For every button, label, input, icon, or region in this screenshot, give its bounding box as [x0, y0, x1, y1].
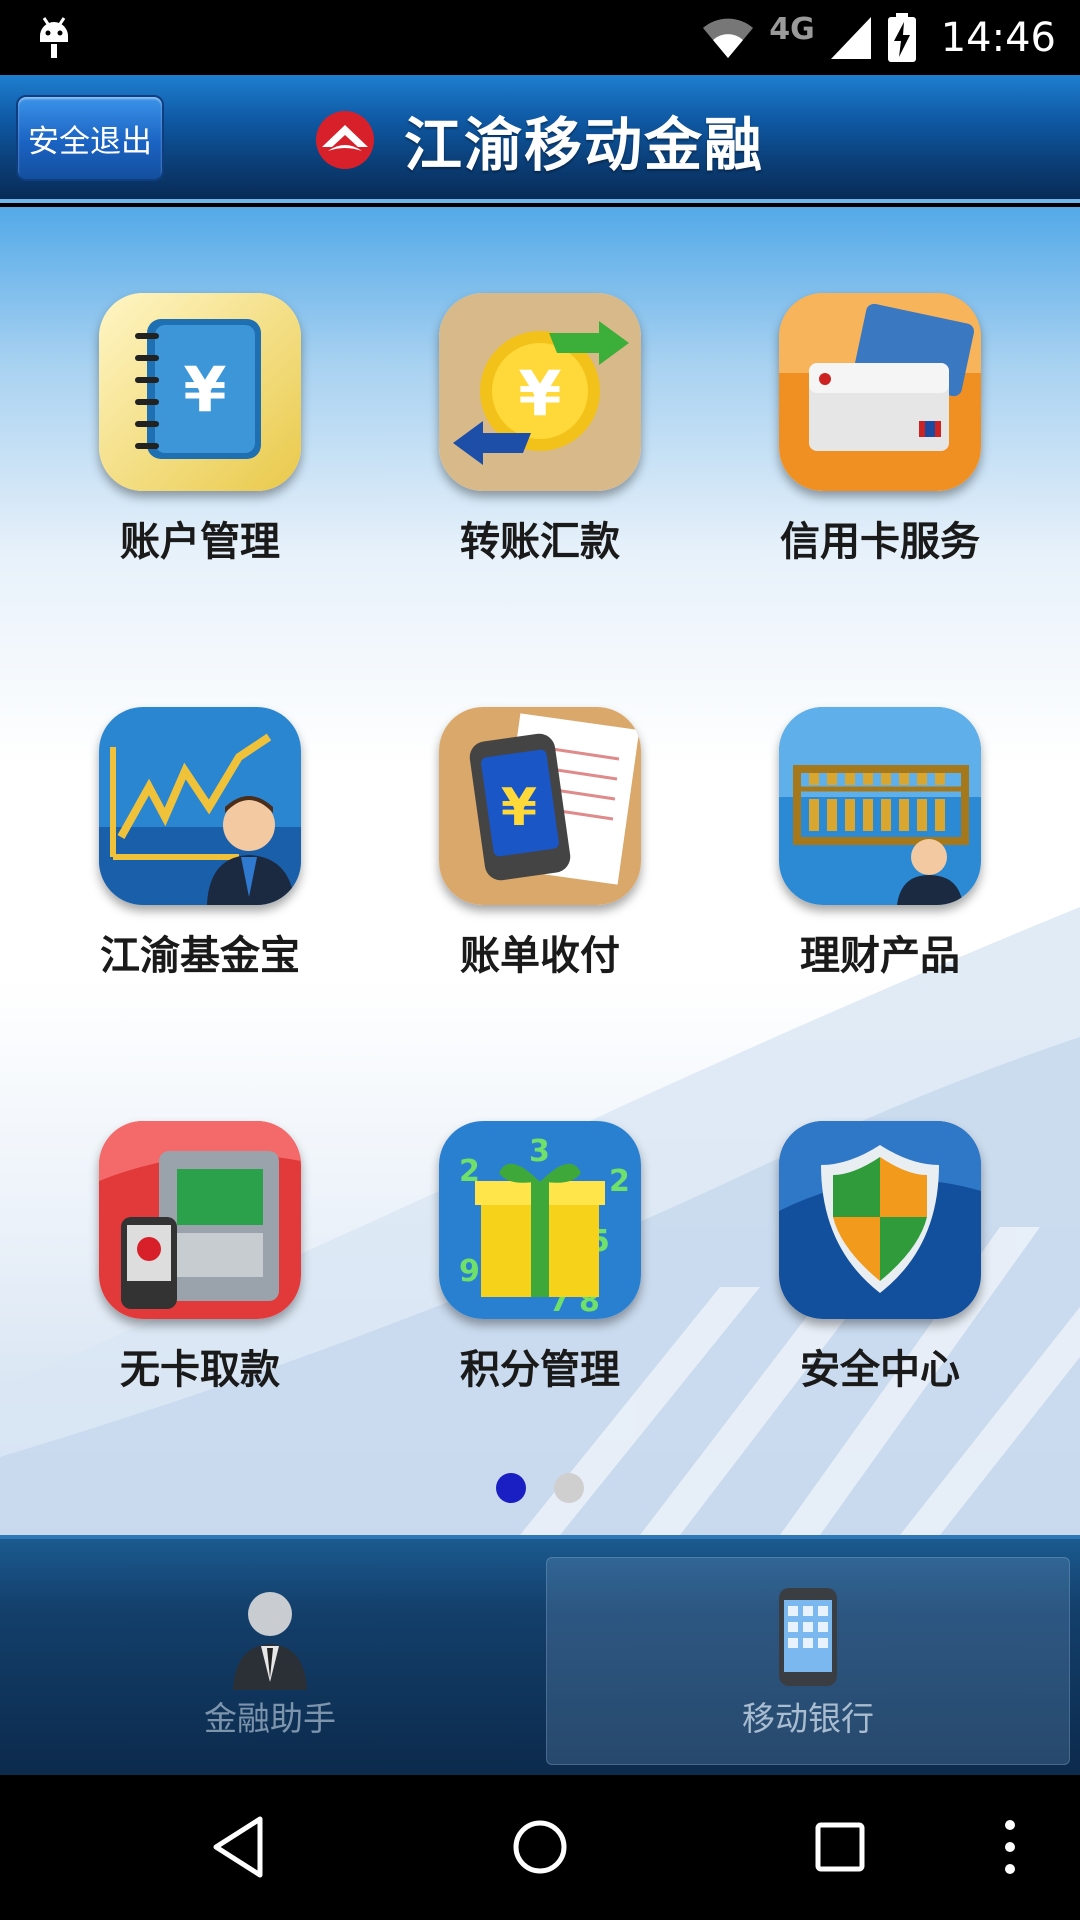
tab-mobile-banking[interactable]: 移动银行: [546, 1557, 1070, 1765]
page-title: 江渝移动金融: [404, 111, 765, 179]
abacus-icon: [779, 707, 981, 905]
atm-icon: [99, 1121, 301, 1319]
svg-text:¥: ¥: [183, 353, 226, 426]
system-nav-bar: [0, 1775, 1080, 1920]
android-debug-icon: [40, 17, 68, 58]
page-indicator: [0, 1473, 1080, 1503]
page-dot-2[interactable]: [554, 1473, 584, 1503]
wifi-icon: [703, 18, 754, 58]
app-transfer[interactable]: ¥ 转账汇款: [410, 293, 670, 567]
page-dot-1[interactable]: [496, 1473, 526, 1503]
app-label: 无卡取款: [120, 1347, 280, 1393]
notebook-yen-icon: ¥: [99, 293, 301, 491]
app-label: 信用卡服务: [780, 519, 980, 565]
cell-signal-icon: [830, 16, 871, 59]
battery-charging-icon: [887, 12, 916, 62]
app-label: 账户管理: [120, 519, 280, 565]
svg-text:¥: ¥: [501, 778, 537, 838]
network-type: 4G: [769, 12, 815, 47]
credit-card-icon: [779, 293, 981, 491]
svg-text:¥: ¥: [518, 357, 561, 430]
mobile-phone-icon: [779, 1588, 837, 1686]
app-credit-card[interactable]: 信用卡服务: [750, 293, 1010, 567]
fund-chart-icon: [99, 707, 301, 905]
app-label: 账单收付: [460, 933, 620, 979]
app-label: 理财产品: [800, 933, 960, 979]
app-label: 积分管理: [460, 1347, 620, 1393]
coin-transfer-icon: ¥: [439, 293, 641, 491]
tab-label: 金融助手: [204, 1699, 336, 1738]
gift-box-icon: 9257 832: [439, 1121, 641, 1319]
assistant-person-icon: [233, 1592, 307, 1690]
clock: 14:46: [940, 14, 1056, 61]
app-label: 转账汇款: [460, 519, 620, 565]
status-bar: 4G 14:46: [0, 0, 1080, 75]
safe-exit-button[interactable]: 安全退出: [16, 95, 164, 181]
app-security-center[interactable]: 安全中心: [750, 1121, 1010, 1395]
tab-label: 移动银行: [742, 1699, 874, 1738]
svg-text:3: 3: [529, 1134, 550, 1169]
app-account-management[interactable]: ¥ 账户管理: [70, 293, 330, 567]
app-wealth-products[interactable]: 理财产品: [750, 707, 1010, 981]
app-cardless-withdrawal[interactable]: 无卡取款: [70, 1121, 330, 1395]
bottom-tab-bar: 金融助手 移动银行: [0, 1535, 1080, 1775]
app-header: 安全退出 江渝移动金融: [0, 75, 1080, 203]
app-bill-payment[interactable]: ¥ 账单收付: [410, 707, 670, 981]
app-points-management[interactable]: 9257832 积分管理: [410, 1121, 670, 1395]
app-label: 江渝基金宝: [100, 933, 300, 979]
app-fund[interactable]: 江渝基金宝: [70, 707, 330, 981]
main-content: ¥ 账户管理 ¥ 转账汇款 信用卡服务 江渝基金宝 ¥ 账单收付 理财产品 无卡…: [0, 207, 1080, 1535]
shield-icon: [779, 1121, 981, 1319]
phone-bill-icon: ¥: [439, 707, 641, 905]
home-icon[interactable]: [500, 1807, 580, 1887]
tab-financial-assistant[interactable]: 金融助手: [0, 1557, 540, 1765]
recents-icon[interactable]: [800, 1807, 880, 1887]
bank-logo-icon: [316, 111, 374, 169]
svg-text:2: 2: [609, 1164, 630, 1199]
back-icon[interactable]: [200, 1807, 280, 1887]
brand: 江渝移动金融: [314, 97, 764, 183]
more-icon[interactable]: [980, 1807, 1040, 1887]
svg-text:9: 9: [459, 1254, 480, 1289]
app-label: 安全中心: [800, 1347, 960, 1393]
